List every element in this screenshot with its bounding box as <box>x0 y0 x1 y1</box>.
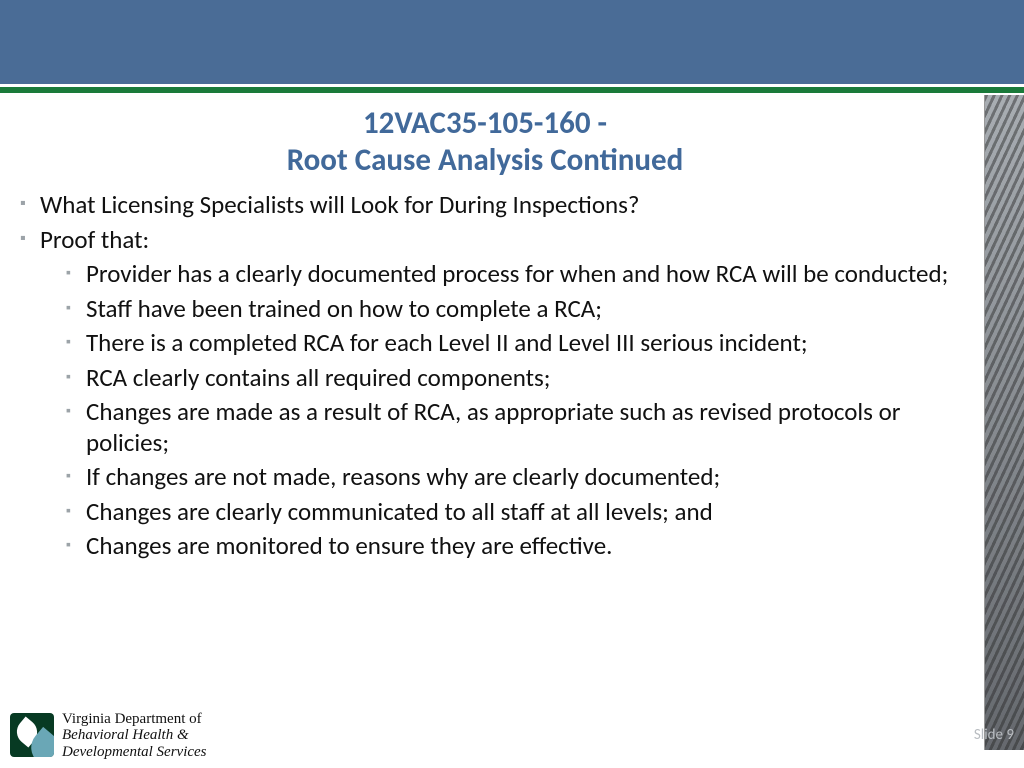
logo-line: Behavioral Health & <box>62 727 207 744</box>
list-item: If changes are not made, reasons why are… <box>64 462 958 493</box>
bullet-text: There is a completed RCA for each Level … <box>86 327 808 358</box>
header-rule <box>0 87 1024 93</box>
list-item: RCA clearly contains all required compon… <box>64 363 958 394</box>
header-band <box>0 0 1024 84</box>
bullet-text: Changes are made as a result of RCA, as … <box>86 396 901 458</box>
list-item: Changes are made as a result of RCA, as … <box>64 397 958 458</box>
logo-line: Developmental Services <box>62 744 207 761</box>
bullet-text: Proof that: <box>40 224 149 255</box>
footer: Virginia Department of Behavioral Health… <box>0 696 1024 768</box>
logo-text: Virginia Department of Behavioral Health… <box>62 711 207 761</box>
title-line-1: 12VAC35-105-160 - <box>0 105 970 142</box>
list-item: Provider has a clearly documented proces… <box>64 259 958 290</box>
bullet-text: What Licensing Specialists will Look for… <box>40 189 640 220</box>
slide-title: 12VAC35-105-160 - Root Cause Analysis Co… <box>0 105 970 178</box>
list-item: Staff have been trained on how to comple… <box>64 294 958 325</box>
list-item: What Licensing Specialists will Look for… <box>18 190 958 221</box>
decorative-right-strip <box>984 95 1024 750</box>
bullet-list-level1: What Licensing Specialists will Look for… <box>18 190 958 562</box>
logo-line: Virginia Department of <box>62 711 207 728</box>
bullet-text: Staff have been trained on how to comple… <box>86 293 602 324</box>
bullet-text: If changes are not made, reasons why are… <box>86 461 720 492</box>
bullet-text: Provider has a clearly documented proces… <box>86 258 948 289</box>
agency-logo: Virginia Department of Behavioral Health… <box>10 711 207 761</box>
list-item: Changes are clearly communicated to all … <box>64 497 958 528</box>
list-item: Changes are monitored to ensure they are… <box>64 531 958 562</box>
logo-icon <box>10 713 54 757</box>
bullet-text: RCA clearly contains all required compon… <box>86 362 550 393</box>
bullet-text: Changes are clearly communicated to all … <box>86 496 713 527</box>
list-item: There is a completed RCA for each Level … <box>64 328 958 359</box>
bullet-list-level2: Provider has a clearly documented proces… <box>40 259 958 562</box>
list-item: Proof that: Provider has a clearly docum… <box>18 225 958 562</box>
title-line-2: Root Cause Analysis Continued <box>0 142 970 179</box>
slide-number: Slide 9 <box>974 726 1014 744</box>
bullet-text: Changes are monitored to ensure they are… <box>86 530 612 561</box>
slide: 12VAC35-105-160 - Root Cause Analysis Co… <box>0 0 1024 768</box>
slide-body: What Licensing Specialists will Look for… <box>18 190 958 566</box>
